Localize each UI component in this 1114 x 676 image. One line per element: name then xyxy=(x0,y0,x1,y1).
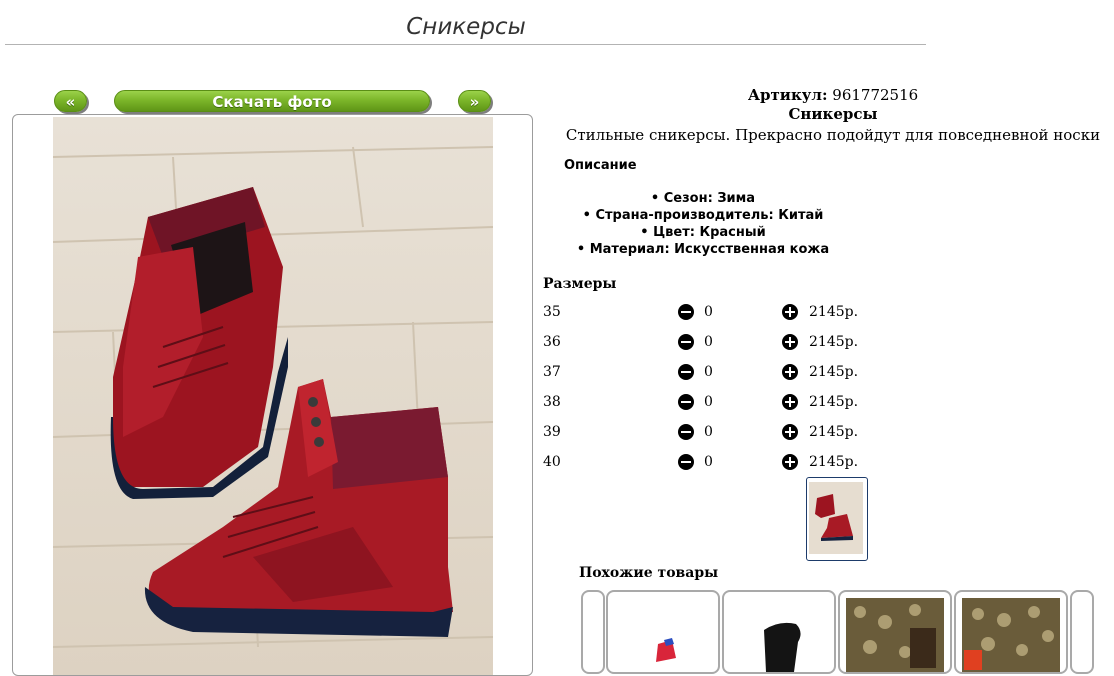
download-photo-button[interactable]: Скачать фото xyxy=(114,90,430,112)
plus-circle-icon[interactable] xyxy=(782,304,798,320)
size-value: 39 xyxy=(543,424,561,440)
property-item: • Материал: Искусственная кожа xyxy=(576,242,830,257)
similar-product-card[interactable] xyxy=(954,590,1068,674)
size-value: 37 xyxy=(543,364,561,380)
similar-product-card[interactable] xyxy=(581,590,605,674)
property-item: • Сезон: Зима xyxy=(650,191,756,206)
description-title: Описание xyxy=(564,158,637,173)
plus-circle-icon[interactable] xyxy=(782,424,798,440)
size-price: 2145р. xyxy=(809,424,859,440)
size-qty: 0 xyxy=(704,394,713,410)
size-price: 2145р. xyxy=(809,394,859,410)
plus-circle-icon[interactable] xyxy=(782,364,798,380)
minus-circle-icon[interactable] xyxy=(678,364,694,380)
similar-product-image xyxy=(656,638,676,662)
article-value: 961772516 xyxy=(832,86,919,104)
photo-thumbnail[interactable] xyxy=(806,477,868,561)
product-photo[interactable] xyxy=(53,117,493,676)
sizes-title: Размеры xyxy=(543,276,617,292)
photo-frame xyxy=(12,114,533,676)
minus-circle-icon[interactable] xyxy=(678,394,694,410)
size-qty: 0 xyxy=(704,424,713,440)
size-qty: 0 xyxy=(704,334,713,350)
next-photo-button[interactable]: » xyxy=(458,90,491,112)
plus-circle-icon[interactable] xyxy=(782,334,798,350)
size-value: 40 xyxy=(543,454,561,470)
similar-product-image xyxy=(846,598,944,672)
size-price: 2145р. xyxy=(809,454,859,470)
minus-circle-icon[interactable] xyxy=(678,454,694,470)
size-price: 2145р. xyxy=(809,364,859,380)
size-value: 38 xyxy=(543,394,561,410)
product-name: Сникерсы xyxy=(788,105,878,123)
similar-product-card[interactable] xyxy=(1070,590,1094,674)
size-qty: 0 xyxy=(704,304,713,320)
similar-product-image xyxy=(764,622,801,672)
property-item: • Цвет: Красный xyxy=(640,225,766,240)
similar-products-title: Похожие товары xyxy=(579,565,719,581)
size-qty: 0 xyxy=(704,454,713,470)
minus-circle-icon[interactable] xyxy=(678,304,694,320)
plus-circle-icon[interactable] xyxy=(782,454,798,470)
similar-product-card[interactable] xyxy=(606,590,720,674)
product-tagline: Стильные сникерсы. Прекрасно подойдут дл… xyxy=(565,126,1101,144)
minus-circle-icon[interactable] xyxy=(678,334,694,350)
size-qty: 0 xyxy=(704,364,713,380)
thumbnail-image xyxy=(809,482,863,554)
plus-circle-icon[interactable] xyxy=(782,394,798,410)
similar-product-card[interactable] xyxy=(838,590,952,674)
property-list: • Сезон: Зима • Страна-производитель: Ки… xyxy=(543,190,863,258)
prev-photo-button[interactable]: « xyxy=(54,90,87,112)
product-info: Артикул: 961772516 Сникерсы Стильные сни… xyxy=(543,86,1103,144)
size-value: 36 xyxy=(543,334,561,350)
similar-product-image xyxy=(962,598,1060,672)
size-value: 35 xyxy=(543,304,561,320)
page-title: Сникерсы xyxy=(406,14,526,40)
size-price: 2145р. xyxy=(809,334,859,350)
title-divider xyxy=(5,44,926,45)
similar-product-card[interactable] xyxy=(722,590,836,674)
size-price: 2145р. xyxy=(809,304,859,320)
minus-circle-icon[interactable] xyxy=(678,424,694,440)
article-label: Артикул: xyxy=(747,86,828,104)
property-item: • Страна-производитель: Китай xyxy=(582,208,824,223)
